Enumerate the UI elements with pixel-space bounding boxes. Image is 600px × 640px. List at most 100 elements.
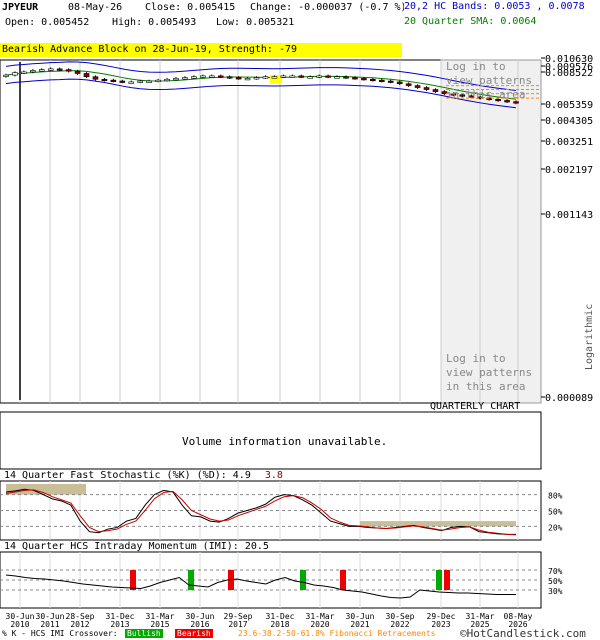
volume-message: Volume information unavailable. [182,435,388,448]
candle [3,74,9,77]
stoch-d-value: 3.8 [264,470,283,481]
x-tick-year: 2022 [390,620,409,629]
fib-legend: 23.6-38.2-50-61.8% Fibonacci Retracement… [238,629,436,638]
credit[interactable]: ©HotCandlestick.com [460,627,586,640]
x-tick-year: 2015 [150,620,169,629]
candle [361,78,367,81]
candle [182,77,188,80]
candle [74,70,81,74]
candle [432,89,439,92]
candle [423,87,430,90]
bullish-crossover-bar [300,570,306,590]
candle [155,79,161,82]
stoch-title-text: 14 Quarter Fast Stochastic (%K) (%D): 4.… [4,470,251,481]
login-text[interactable]: view patterns [446,366,532,380]
x-tick-year: 2011 [40,620,59,629]
bullish-crossover-bar [188,570,194,590]
login-text[interactable]: Log in to [446,60,532,74]
y-tick-label: 0.008522 [545,68,593,79]
bullish-legend: Bullish [125,629,163,638]
candle [101,78,108,82]
candle [200,75,206,78]
candle [334,76,340,79]
stoch-level-label: 20% [548,523,563,532]
y-tick-label: 0.004305 [545,116,593,127]
candle [235,77,242,80]
candle [343,76,349,79]
overbought-fill [6,484,86,495]
y-tick-label: 0.000089 [545,393,593,404]
candle [56,68,63,71]
stoch-title: 14 Quarter Fast Stochastic (%K) (%D): 4.… [4,470,283,481]
candle [30,70,36,73]
candle [387,80,394,83]
candle [164,78,170,82]
candle [316,75,322,78]
candle [21,71,27,74]
x-tick-year: 2010 [10,620,29,629]
stoch-level-label: 80% [548,492,563,501]
candle [370,78,376,82]
bearish-crossover-bar [130,570,136,590]
candle [325,75,331,78]
candle [128,81,135,84]
candle [414,85,421,88]
candle [289,75,296,78]
candle [208,75,215,78]
x-tick-year: 2016 [190,620,209,629]
y-tick-label: 0.003251 [545,137,593,148]
candle [262,76,269,79]
x-tick-year: 2013 [110,620,129,629]
bearish-crossover-bar [444,570,450,590]
candle [119,80,126,83]
candle [12,72,18,76]
candle [173,78,179,81]
y-tick-label: 0.001143 [545,210,593,221]
candle [271,76,278,79]
login-overlay-top[interactable]: Log in to view patterns in this area [446,60,532,102]
login-text[interactable]: in this area [446,380,532,394]
candle [396,81,403,85]
x-tick-year: 2023 [431,620,450,629]
candle [191,76,197,79]
candle [65,69,72,72]
candle [405,83,412,86]
candle [352,77,358,80]
imi-title: 14 Quarter HCS Intraday Momentum (IMI): … [4,541,269,552]
legend-prefix: % K - HCS IMI Crossover: [2,629,118,638]
login-text[interactable]: view patterns [446,74,532,88]
login-text[interactable]: Log in to [446,352,532,366]
login-text[interactable]: in this area [446,88,532,102]
oversold-fill [360,521,516,527]
candle [47,68,54,71]
candle [146,80,152,83]
candle [253,77,260,80]
imi-level-label: 70% [548,567,563,576]
candle [226,76,233,79]
bullish-crossover-bar [436,570,442,590]
x-tick-year: 2017 [228,620,247,629]
x-tick-year: 2020 [310,620,329,629]
chart-label: QUARTERLY CHART [430,401,521,412]
candle [280,75,287,78]
pattern-highlight [270,75,282,84]
x-tick-year: 2021 [350,620,369,629]
candle [244,78,251,81]
login-overlay-bottom[interactable]: Log in to view patterns in this area [446,352,532,394]
candle [298,75,305,78]
bearish-crossover-bar [340,570,346,590]
y-tick-label: 0.002197 [545,165,593,176]
imi-level-label: 50% [548,577,563,586]
candle [110,79,117,82]
x-tick-year: 2018 [270,620,289,629]
candle [38,69,45,72]
bearish-legend: Bearish [175,629,213,638]
candle [307,76,314,79]
candle [83,73,90,78]
y-tick-label: 0.005359 [545,100,593,111]
candle [378,79,385,82]
candle [92,76,99,80]
x-tick-year: 2012 [70,620,89,629]
candle [137,80,144,83]
imi-level-label: 30% [548,587,563,596]
